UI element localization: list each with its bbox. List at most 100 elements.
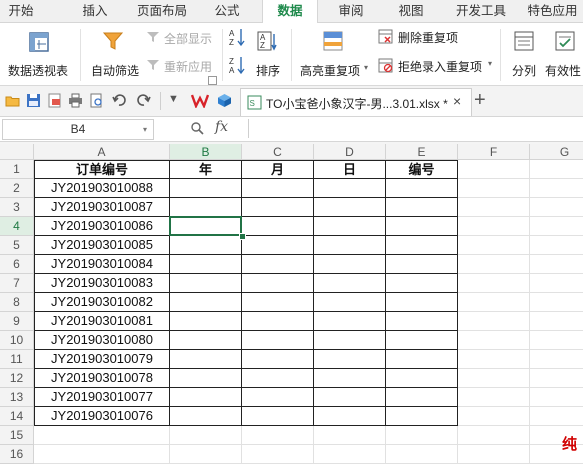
cell-a7[interactable]: JY201903010083	[34, 274, 170, 293]
cell-f7[interactable]	[458, 274, 530, 293]
cell-d4[interactable]	[314, 217, 386, 236]
zoom-search-icon[interactable]	[190, 121, 204, 135]
cell-f3[interactable]	[458, 198, 530, 217]
cell-d6[interactable]	[314, 255, 386, 274]
cell-a12[interactable]: JY201903010078	[34, 369, 170, 388]
row-header[interactable]: 12	[0, 369, 34, 388]
print-preview-icon[interactable]	[89, 93, 104, 108]
cube-app-icon[interactable]	[217, 93, 232, 108]
cell-a5[interactable]: JY201903010085	[34, 236, 170, 255]
row-header[interactable]: 4	[0, 217, 34, 236]
cell-g4[interactable]	[530, 217, 583, 236]
highlight-duplicates-button[interactable]: 高亮重复项 ▾	[296, 25, 372, 83]
split-button[interactable]: 分列	[506, 25, 542, 83]
redo-icon[interactable]	[136, 93, 151, 108]
cell-g2[interactable]	[530, 179, 583, 198]
export-pdf-icon[interactable]	[47, 93, 62, 108]
cell-e14[interactable]	[386, 407, 458, 426]
cell-b11[interactable]	[170, 350, 242, 369]
column-header-c[interactable]: C	[242, 144, 314, 160]
cell-g7[interactable]	[530, 274, 583, 293]
reapply-button[interactable]: 重新应用	[146, 57, 218, 75]
cell-c4[interactable]	[242, 217, 314, 236]
cell-e4[interactable]	[386, 217, 458, 236]
cell-b7[interactable]	[170, 274, 242, 293]
undo-icon[interactable]	[112, 93, 127, 108]
cell-g9[interactable]	[530, 312, 583, 331]
cell-c9[interactable]	[242, 312, 314, 331]
cell-a3[interactable]: JY201903010087	[34, 198, 170, 217]
cell-g10[interactable]	[530, 331, 583, 350]
column-header-d[interactable]: D	[314, 144, 386, 160]
cell-e12[interactable]	[386, 369, 458, 388]
cell-d12[interactable]	[314, 369, 386, 388]
cell-f10[interactable]	[458, 331, 530, 350]
cell-c13[interactable]	[242, 388, 314, 407]
cell-g12[interactable]	[530, 369, 583, 388]
document-tab[interactable]: S TO小宝爸小象汉字-男...3.01.xlsx * ×	[240, 88, 472, 116]
cell-d13[interactable]	[314, 388, 386, 407]
row-header[interactable]: 5	[0, 236, 34, 255]
tab-data[interactable]: 数据	[262, 0, 318, 23]
cell-c2[interactable]	[242, 179, 314, 198]
cell-a14[interactable]: JY201903010076	[34, 407, 170, 426]
formula-input[interactable]	[248, 119, 583, 138]
auto-filter-button[interactable]: 自动筛选	[86, 25, 144, 83]
tab-view[interactable]: 视图	[390, 0, 432, 22]
cell-a8[interactable]: JY201903010082	[34, 293, 170, 312]
cell-c1[interactable]: 月	[242, 160, 314, 179]
cell-a15[interactable]	[34, 426, 170, 445]
sort-ascending-button[interactable]: A Z	[228, 27, 246, 47]
cell-e11[interactable]	[386, 350, 458, 369]
reject-duplicates-button[interactable]: 拒绝录入重复项 ▾	[378, 57, 496, 75]
row-header[interactable]: 3	[0, 198, 34, 217]
show-all-button[interactable]: 全部显示	[146, 29, 218, 47]
cell-d3[interactable]	[314, 198, 386, 217]
cell-c8[interactable]	[242, 293, 314, 312]
cell-c15[interactable]	[242, 426, 314, 445]
cell-c3[interactable]	[242, 198, 314, 217]
chevron-down-icon[interactable]: ▼	[168, 93, 179, 105]
cell-e6[interactable]	[386, 255, 458, 274]
cell-a10[interactable]: JY201903010080	[34, 331, 170, 350]
cell-f5[interactable]	[458, 236, 530, 255]
chevron-down-icon[interactable]: ▾	[143, 120, 147, 139]
column-header-g[interactable]: G	[530, 144, 583, 160]
cell-a9[interactable]: JY201903010081	[34, 312, 170, 331]
remove-duplicates-button[interactable]: 删除重复项	[378, 28, 478, 46]
row-header[interactable]: 7	[0, 274, 34, 293]
cell-b9[interactable]	[170, 312, 242, 331]
cell-g11[interactable]	[530, 350, 583, 369]
cell-c11[interactable]	[242, 350, 314, 369]
pivot-table-button[interactable]: 数据透视表	[4, 25, 74, 83]
tab-page-layout[interactable]: 页面布局	[130, 0, 194, 22]
open-folder-icon[interactable]	[5, 93, 20, 108]
cell-b2[interactable]	[170, 179, 242, 198]
cell-c6[interactable]	[242, 255, 314, 274]
cell-e9[interactable]	[386, 312, 458, 331]
print-icon[interactable]	[68, 93, 83, 108]
tab-special[interactable]: 特色应用	[522, 0, 583, 22]
row-header[interactable]: 9	[0, 312, 34, 331]
function-icon[interactable]: fx	[215, 119, 228, 135]
cell-g1[interactable]	[530, 160, 583, 179]
cell-d11[interactable]	[314, 350, 386, 369]
cell-f4[interactable]	[458, 217, 530, 236]
cell-c14[interactable]	[242, 407, 314, 426]
cell-f1[interactable]	[458, 160, 530, 179]
cell-g3[interactable]	[530, 198, 583, 217]
cell-f14[interactable]	[458, 407, 530, 426]
cell-e13[interactable]	[386, 388, 458, 407]
row-header[interactable]: 2	[0, 179, 34, 198]
tab-insert[interactable]: 插入	[74, 0, 116, 22]
cell-b1[interactable]: 年	[170, 160, 242, 179]
cell-e10[interactable]	[386, 331, 458, 350]
cell-c10[interactable]	[242, 331, 314, 350]
cell-f9[interactable]	[458, 312, 530, 331]
save-icon[interactable]	[26, 93, 41, 108]
cell-g5[interactable]	[530, 236, 583, 255]
row-header[interactable]: 8	[0, 293, 34, 312]
sort-descending-button[interactable]: Z A	[228, 55, 246, 75]
cell-d15[interactable]	[314, 426, 386, 445]
column-header-a[interactable]: A	[34, 144, 170, 160]
